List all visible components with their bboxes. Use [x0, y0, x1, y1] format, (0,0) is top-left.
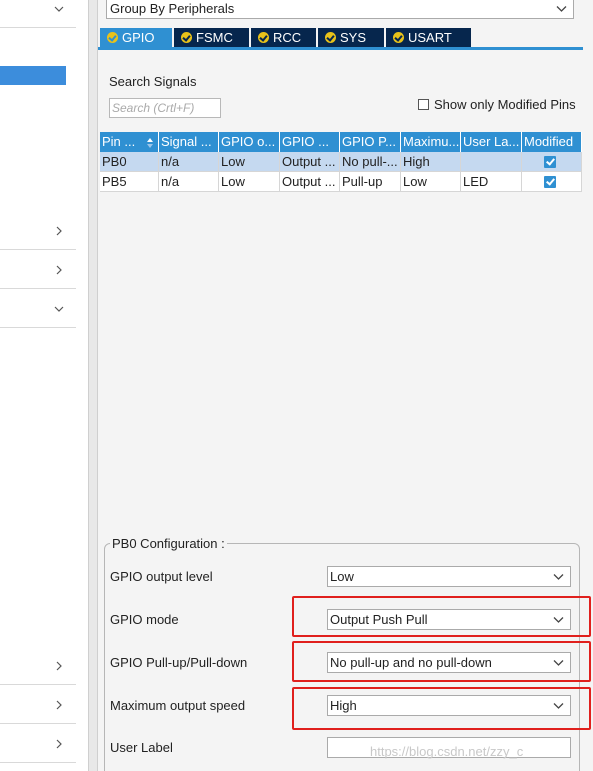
peripheral-tabs: GPIO FSMC RCC SYS USART: [98, 28, 583, 50]
table-row[interactable]: PB5 n/a Low Output ... Pull-up Low LED: [100, 172, 583, 192]
check-circle-icon: [325, 32, 336, 43]
tab-label: SYS: [340, 30, 367, 45]
sidebar-row-5[interactable]: [0, 647, 76, 685]
cell-signal: n/a: [159, 152, 219, 172]
chevron-down-icon: [54, 4, 64, 14]
sidebar-row-1[interactable]: [0, 0, 76, 28]
cell-signal: n/a: [159, 172, 219, 192]
sidebar-row-6[interactable]: [0, 686, 76, 724]
check-circle-icon: [393, 32, 404, 43]
tab-label: RCC: [273, 30, 302, 45]
sidebar-row-7[interactable]: [0, 725, 76, 763]
cell-max-speed: Low: [401, 172, 461, 192]
tab-label: FSMC: [196, 30, 233, 45]
search-signals-label: Search Signals: [109, 74, 197, 89]
column-header-gpio-output[interactable]: GPIO o...: [219, 132, 280, 152]
column-header-gpio-mode[interactable]: GPIO ...: [280, 132, 340, 152]
gpio-mode-label: GPIO mode: [110, 612, 179, 627]
gpio-pull-label: GPIO Pull-up/Pull-down: [110, 655, 248, 670]
cell-gpio-pull: Pull-up: [340, 172, 401, 192]
check-circle-icon: [258, 32, 269, 43]
tab-usart[interactable]: USART: [386, 28, 471, 47]
checkbox-checked-icon[interactable]: [544, 176, 556, 188]
tab-label: USART: [408, 30, 452, 45]
cell-gpio-mode: Output ...: [280, 152, 340, 172]
tab-rcc[interactable]: RCC: [251, 28, 316, 47]
cell-user-label: LED: [461, 172, 522, 192]
checkbox-checked-icon[interactable]: [544, 156, 556, 168]
search-signals-input[interactable]: [109, 98, 221, 118]
chevron-down-icon: [54, 304, 64, 314]
cell-gpio-mode: Output ...: [280, 172, 340, 192]
sidebar-row-3[interactable]: [0, 251, 76, 289]
cell-pin: PB5: [100, 172, 159, 192]
cell-user-label: [461, 152, 522, 172]
column-header-gpio-pull[interactable]: GPIO P...: [340, 132, 401, 152]
column-header-user-label[interactable]: User La...: [461, 132, 522, 152]
check-circle-icon: [181, 32, 192, 43]
highlight-box-max-speed: [292, 687, 591, 730]
tab-label: GPIO: [122, 30, 155, 45]
chevron-right-icon: [54, 739, 64, 749]
cell-modified: [522, 152, 582, 172]
chevron-right-icon: [54, 700, 64, 710]
column-header-max-speed[interactable]: Maximu...: [401, 132, 461, 152]
chevron-down-icon: [556, 5, 567, 12]
tab-fsmc[interactable]: FSMC: [174, 28, 249, 47]
column-header-modified[interactable]: Modified: [522, 132, 582, 152]
checkbox-icon[interactable]: [418, 99, 429, 110]
user-label-label: User Label: [110, 740, 173, 755]
max-output-speed-label: Maximum output speed: [110, 698, 246, 713]
cell-gpio-output: Low: [219, 172, 280, 192]
configuration-title: PB0 Configuration :: [110, 536, 227, 551]
table-row[interactable]: PB0 n/a Low Output ... No pull-... High: [100, 152, 583, 172]
gpio-output-level-select[interactable]: Low: [327, 566, 571, 587]
tab-gpio[interactable]: GPIO: [100, 28, 172, 47]
column-header-signal[interactable]: Signal ...: [159, 132, 219, 152]
sort-icon: [146, 135, 154, 148]
cell-gpio-pull: No pull-...: [340, 152, 401, 172]
chevron-right-icon: [54, 226, 64, 236]
cell-max-speed: High: [401, 152, 461, 172]
gpio-output-level-value: Low: [330, 569, 354, 584]
column-header-pin[interactable]: Pin ...: [100, 132, 159, 152]
show-modified-label: Show only Modified Pins: [434, 97, 576, 112]
check-circle-icon: [107, 32, 118, 43]
sidebar-row-2[interactable]: [0, 212, 76, 250]
cell-modified: [522, 172, 582, 192]
highlight-box-gpio-mode: [292, 596, 591, 637]
tab-sys[interactable]: SYS: [318, 28, 384, 47]
table-header-row: Pin ... Signal ... GPIO o... GPIO ... GP…: [100, 132, 583, 152]
pin-table: Pin ... Signal ... GPIO o... GPIO ... GP…: [100, 132, 583, 192]
gpio-output-level-label: GPIO output level: [110, 569, 213, 584]
watermark: https://blog.csdn.net/zzy_c: [370, 744, 524, 759]
chevron-down-icon: [553, 573, 564, 580]
sidebar: [0, 0, 76, 771]
cell-gpio-output: Low: [219, 152, 280, 172]
sidebar-selected-item[interactable]: [0, 66, 66, 85]
sidebar-row-4[interactable]: [0, 290, 76, 328]
group-by-select[interactable]: Group By Peripherals: [106, 0, 574, 19]
cell-pin: PB0: [100, 152, 159, 172]
highlight-box-gpio-pull: [292, 641, 591, 682]
chevron-right-icon: [54, 661, 64, 671]
panel-splitter[interactable]: [88, 0, 98, 771]
group-by-value: Group By Peripherals: [110, 1, 235, 16]
chevron-right-icon: [54, 265, 64, 275]
